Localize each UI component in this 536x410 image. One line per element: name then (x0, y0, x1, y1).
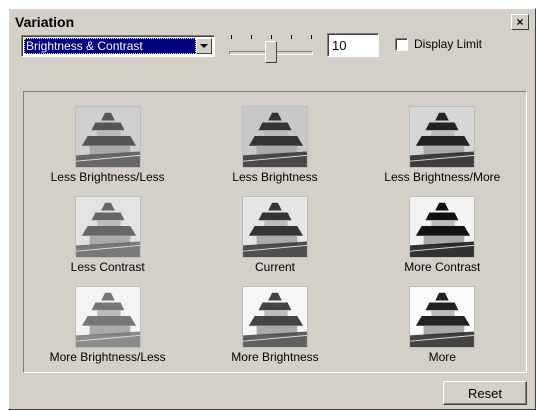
variations-grid: Less Brightness/Less Less Brightness Less … (24, 92, 526, 372)
amount-slider[interactable] (227, 31, 315, 65)
slider-tick (311, 35, 312, 39)
variation-label: More Brightness/Less (49, 350, 166, 364)
variation-thumbnail[interactable] (241, 286, 308, 348)
variation-label: More Brightness (231, 350, 319, 364)
variation-cell[interactable]: Current (191, 196, 358, 286)
castle-image (410, 287, 475, 347)
variation-thumbnail[interactable] (409, 106, 476, 168)
castle-image (243, 287, 307, 347)
close-button[interactable]: × (511, 14, 529, 30)
castle-image (75, 197, 140, 257)
variation-thumbnail[interactable] (74, 286, 141, 348)
castle-image (243, 197, 307, 257)
castle-image (410, 107, 475, 167)
variation-cell[interactable]: Less Contrast (24, 196, 191, 286)
castle-image (75, 107, 140, 167)
castle-image (410, 197, 475, 257)
variation-dialog: Variation × Brightness & Contrast Displa… (8, 8, 536, 410)
variation-label: Less Contrast (70, 260, 145, 274)
slider-tick (231, 35, 232, 39)
variations-panel: Less Brightness/Less Less Brightness Less … (23, 91, 527, 373)
reset-button[interactable]: Reset (443, 381, 527, 405)
castle-image (75, 287, 140, 347)
window-title: Variation (15, 14, 75, 30)
variation-cell[interactable]: More Brightness (191, 286, 358, 372)
variation-cell[interactable]: Less Brightness/Less (24, 106, 191, 196)
slider-tick (271, 35, 272, 39)
display-limit-option[interactable]: Display Limit (395, 37, 482, 51)
variation-thumbnail[interactable] (409, 196, 476, 258)
variation-thumbnail[interactable] (74, 196, 141, 258)
variation-cell[interactable]: More Contrast (359, 196, 526, 286)
variation-label: More Contrast (404, 260, 481, 274)
title-bar: Variation × (11, 11, 533, 33)
variation-label: Less Brightness (232, 170, 318, 184)
mode-select[interactable]: Brightness & Contrast (21, 35, 215, 57)
amount-input[interactable] (327, 33, 379, 57)
slider-thumb[interactable] (265, 41, 277, 63)
display-limit-checkbox[interactable] (395, 37, 408, 51)
variation-label: Current (254, 260, 295, 274)
slider-tick (291, 35, 292, 39)
variation-thumbnail[interactable] (409, 286, 476, 348)
variation-cell[interactable]: More Brightness/Less (24, 286, 191, 372)
variation-label: More (428, 350, 456, 364)
close-icon: × (516, 15, 524, 29)
variation-thumbnail[interactable] (241, 106, 308, 168)
variation-label: Less Brightness/Less (50, 170, 165, 184)
variation-cell[interactable]: Less Brightness (191, 106, 358, 196)
castle-image (243, 107, 307, 167)
slider-tick (251, 35, 252, 39)
display-limit-label: Display Limit (414, 37, 483, 51)
chevron-down-icon (200, 44, 208, 48)
variation-thumbnail[interactable] (241, 196, 308, 258)
variation-cell[interactable]: Less Brightness/More (359, 106, 526, 196)
dropdown-button[interactable] (196, 38, 212, 54)
mode-select-value: Brightness & Contrast (24, 38, 196, 54)
variation-label: Less Brightness/More (384, 170, 501, 184)
variation-thumbnail[interactable] (74, 106, 141, 168)
variation-cell[interactable]: More (359, 286, 526, 372)
